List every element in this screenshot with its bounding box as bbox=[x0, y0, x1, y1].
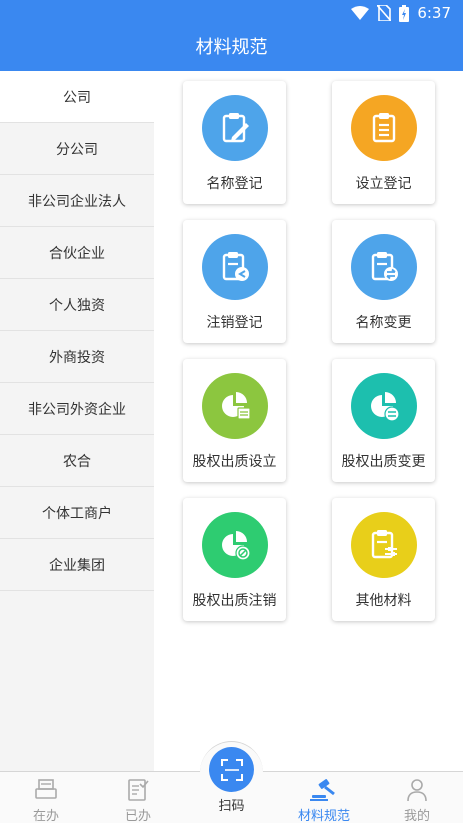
category-sidebar: 公司 分公司 非公司企业法人 合伙企业 个人独资 外商投资 非公司外资企业 农合… bbox=[0, 71, 154, 771]
tab-mine[interactable]: 我的 bbox=[371, 772, 463, 823]
card-label: 注销登记 bbox=[206, 315, 263, 331]
card-label: 设立登记 bbox=[355, 176, 412, 192]
pie-chart-doc-icon bbox=[202, 373, 268, 439]
sidebar-item-non-company-foreign[interactable]: 非公司外资企业 bbox=[0, 383, 154, 435]
printer-icon bbox=[34, 778, 58, 802]
status-bar: 6:37 bbox=[351, 3, 451, 23]
card-equity-pledge-establishment[interactable]: 股权出质设立 bbox=[183, 359, 286, 482]
tab-done[interactable]: 已办 bbox=[92, 772, 184, 823]
card-cancellation-registration[interactable]: 注销登记 bbox=[183, 220, 286, 343]
clipboard-settings-icon bbox=[351, 512, 417, 578]
card-label: 股权出质注销 bbox=[192, 593, 277, 609]
sidebar-item-non-company-legal[interactable]: 非公司企业法人 bbox=[0, 175, 154, 227]
card-equity-pledge-change[interactable]: 股权出质变更 bbox=[332, 359, 435, 482]
status-time: 6:37 bbox=[417, 4, 451, 22]
sidebar-item-branch[interactable]: 分公司 bbox=[0, 123, 154, 175]
app-header: 6:37 材料规范 bbox=[0, 0, 463, 71]
no-sim-icon bbox=[377, 5, 392, 21]
tab-label: 我的 bbox=[403, 809, 430, 823]
pie-chart-cancel-icon bbox=[202, 512, 268, 578]
card-name-change[interactable]: 名称变更 bbox=[332, 220, 435, 343]
tab-label: 已办 bbox=[124, 809, 151, 823]
clipboard-edit-icon bbox=[202, 95, 268, 161]
person-icon bbox=[406, 778, 428, 802]
clipboard-list-icon bbox=[351, 95, 417, 161]
wifi-icon bbox=[351, 6, 370, 20]
card-establishment-registration[interactable]: 设立登记 bbox=[332, 81, 435, 204]
card-label: 名称变更 bbox=[355, 315, 412, 331]
card-label: 股权出质设立 bbox=[192, 454, 277, 470]
battery-icon bbox=[399, 4, 410, 22]
sidebar-item-company[interactable]: 公司 bbox=[0, 71, 154, 123]
card-label: 名称登记 bbox=[206, 176, 263, 192]
sidebar-item-enterprise-group[interactable]: 企业集团 bbox=[0, 539, 154, 591]
checklist-icon bbox=[127, 778, 149, 802]
sidebar-item-sole-proprietorship[interactable]: 个人独资 bbox=[0, 279, 154, 331]
tab-material-standards[interactable]: 材料规范 bbox=[278, 772, 370, 823]
tab-label: 材料规范 bbox=[297, 809, 350, 823]
scan-button[interactable] bbox=[209, 747, 254, 792]
page-title: 材料规范 bbox=[195, 37, 268, 58]
sidebar-item-cooperative[interactable]: 农合 bbox=[0, 435, 154, 487]
scan-label: 扫码 bbox=[218, 799, 245, 814]
card-other-materials[interactable]: 其他材料 bbox=[332, 498, 435, 621]
sidebar-item-partnership[interactable]: 合伙企业 bbox=[0, 227, 154, 279]
sidebar-item-individual-business[interactable]: 个体工商户 bbox=[0, 487, 154, 539]
clipboard-cancel-icon bbox=[202, 234, 268, 300]
clipboard-exchange-icon bbox=[351, 234, 417, 300]
card-label: 股权出质变更 bbox=[341, 454, 426, 470]
card-name-registration[interactable]: 名称登记 bbox=[183, 81, 286, 204]
tab-in-progress[interactable]: 在办 bbox=[0, 772, 92, 823]
scan-icon bbox=[220, 758, 243, 781]
pie-chart-exchange-icon bbox=[351, 373, 417, 439]
gavel-icon bbox=[310, 778, 338, 802]
tab-label: 在办 bbox=[32, 809, 59, 823]
card-label: 其他材料 bbox=[355, 593, 412, 609]
sidebar-item-foreign-investment[interactable]: 外商投资 bbox=[0, 331, 154, 383]
card-equity-pledge-cancellation[interactable]: 股权出质注销 bbox=[183, 498, 286, 621]
